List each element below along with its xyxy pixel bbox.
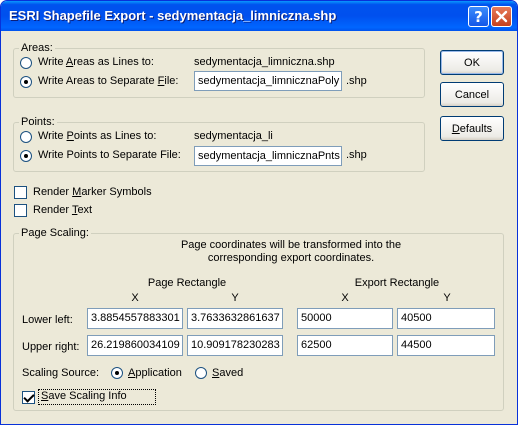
scaling-description-line1: Page coordinates will be transformed int… xyxy=(180,239,402,251)
points-separate-label[interactable]: Write Points to Separate File: xyxy=(38,149,181,161)
save-scaling-checkbox[interactable] xyxy=(22,391,35,404)
close-button[interactable] xyxy=(491,6,512,27)
lower-left-page-y-input[interactable]: 3.7633632861637 xyxy=(187,308,283,329)
render-markers-label[interactable]: Render Marker Symbols xyxy=(33,186,152,198)
points-group-label: Points: xyxy=(19,116,57,128)
upper-right-label: Upper right: xyxy=(22,341,80,353)
areas-lines-label[interactable]: Write Areas as Lines to: xyxy=(38,56,154,68)
areas-group-label: Areas: xyxy=(19,42,55,54)
lower-left-export-x-input[interactable]: 50000 xyxy=(297,308,393,329)
areas-separate-label[interactable]: Write Areas to Separate File: xyxy=(38,75,178,87)
export-y-label: Y xyxy=(443,292,451,304)
help-button[interactable]: ? xyxy=(468,6,489,27)
upper-right-page-y-input[interactable]: 10.909178230283 xyxy=(187,335,283,356)
areas-file-input[interactable]: sedymentacja_limnicznaPoly xyxy=(194,71,342,91)
scaling-source-label: Scaling Source: xyxy=(22,367,100,379)
upper-right-page-x-input[interactable]: 26.219860034109 xyxy=(87,335,183,356)
points-separate-radio[interactable] xyxy=(20,150,32,162)
ok-button[interactable]: OK xyxy=(440,50,504,75)
source-saved-label[interactable]: Saved xyxy=(212,367,243,379)
render-text-checkbox[interactable] xyxy=(14,204,27,217)
points-extension: .shp xyxy=(346,149,367,161)
defaults-button[interactable]: Defaults xyxy=(440,116,504,141)
help-icon: ? xyxy=(474,7,483,26)
page-x-label: X xyxy=(131,292,139,304)
cancel-button-label: Cancel xyxy=(454,88,490,101)
upper-right-export-x-input[interactable]: 62500 xyxy=(297,335,393,356)
lower-left-export-y-input[interactable]: 40500 xyxy=(397,308,495,329)
export-dialog: ESRI Shapefile Export - sedymentacja_lim… xyxy=(0,0,518,425)
areas-lines-radio[interactable] xyxy=(20,57,32,69)
ok-button-label: OK xyxy=(464,56,480,69)
upper-right-export-y-input[interactable]: 44500 xyxy=(397,335,495,356)
title-bar[interactable]: ESRI Shapefile Export - sedymentacja_lim… xyxy=(1,1,517,31)
areas-separate-radio[interactable] xyxy=(20,76,32,88)
lower-left-page-x-input[interactable]: 3.8854557883301 xyxy=(87,308,183,329)
window-title: ESRI Shapefile Export - sedymentacja_lim… xyxy=(9,8,337,23)
scaling-description-line2: corresponding export coordinates. xyxy=(207,252,375,264)
render-text-label[interactable]: Render Text xyxy=(33,204,92,216)
source-application-label[interactable]: Application xyxy=(128,367,182,379)
page-rectangle-label: Page Rectangle xyxy=(147,277,227,289)
page-y-label: Y xyxy=(231,292,239,304)
export-rectangle-label: Export Rectangle xyxy=(354,277,440,289)
close-icon xyxy=(495,10,508,23)
source-saved-radio[interactable] xyxy=(195,367,207,379)
export-x-label: X xyxy=(341,292,349,304)
lower-left-label: Lower left: xyxy=(22,314,73,326)
areas-lines-target: sedymentacja_limniczna.shp xyxy=(194,56,335,68)
render-markers-checkbox[interactable] xyxy=(14,186,27,199)
save-scaling-label[interactable]: Save Scaling Info xyxy=(41,390,127,402)
points-lines-radio[interactable] xyxy=(20,131,32,143)
areas-extension: .shp xyxy=(346,75,367,87)
points-file-input[interactable]: sedymentacja_limnicznaPnts xyxy=(194,146,342,166)
points-lines-label[interactable]: Write Points as Lines to: xyxy=(38,130,156,142)
points-lines-target: sedymentacja_li xyxy=(194,130,273,142)
source-application-radio[interactable] xyxy=(111,367,123,379)
cancel-button[interactable]: Cancel xyxy=(440,82,504,107)
defaults-button-label: Defaults xyxy=(451,122,493,135)
page-scaling-group-label: Page Scaling: xyxy=(19,227,91,239)
